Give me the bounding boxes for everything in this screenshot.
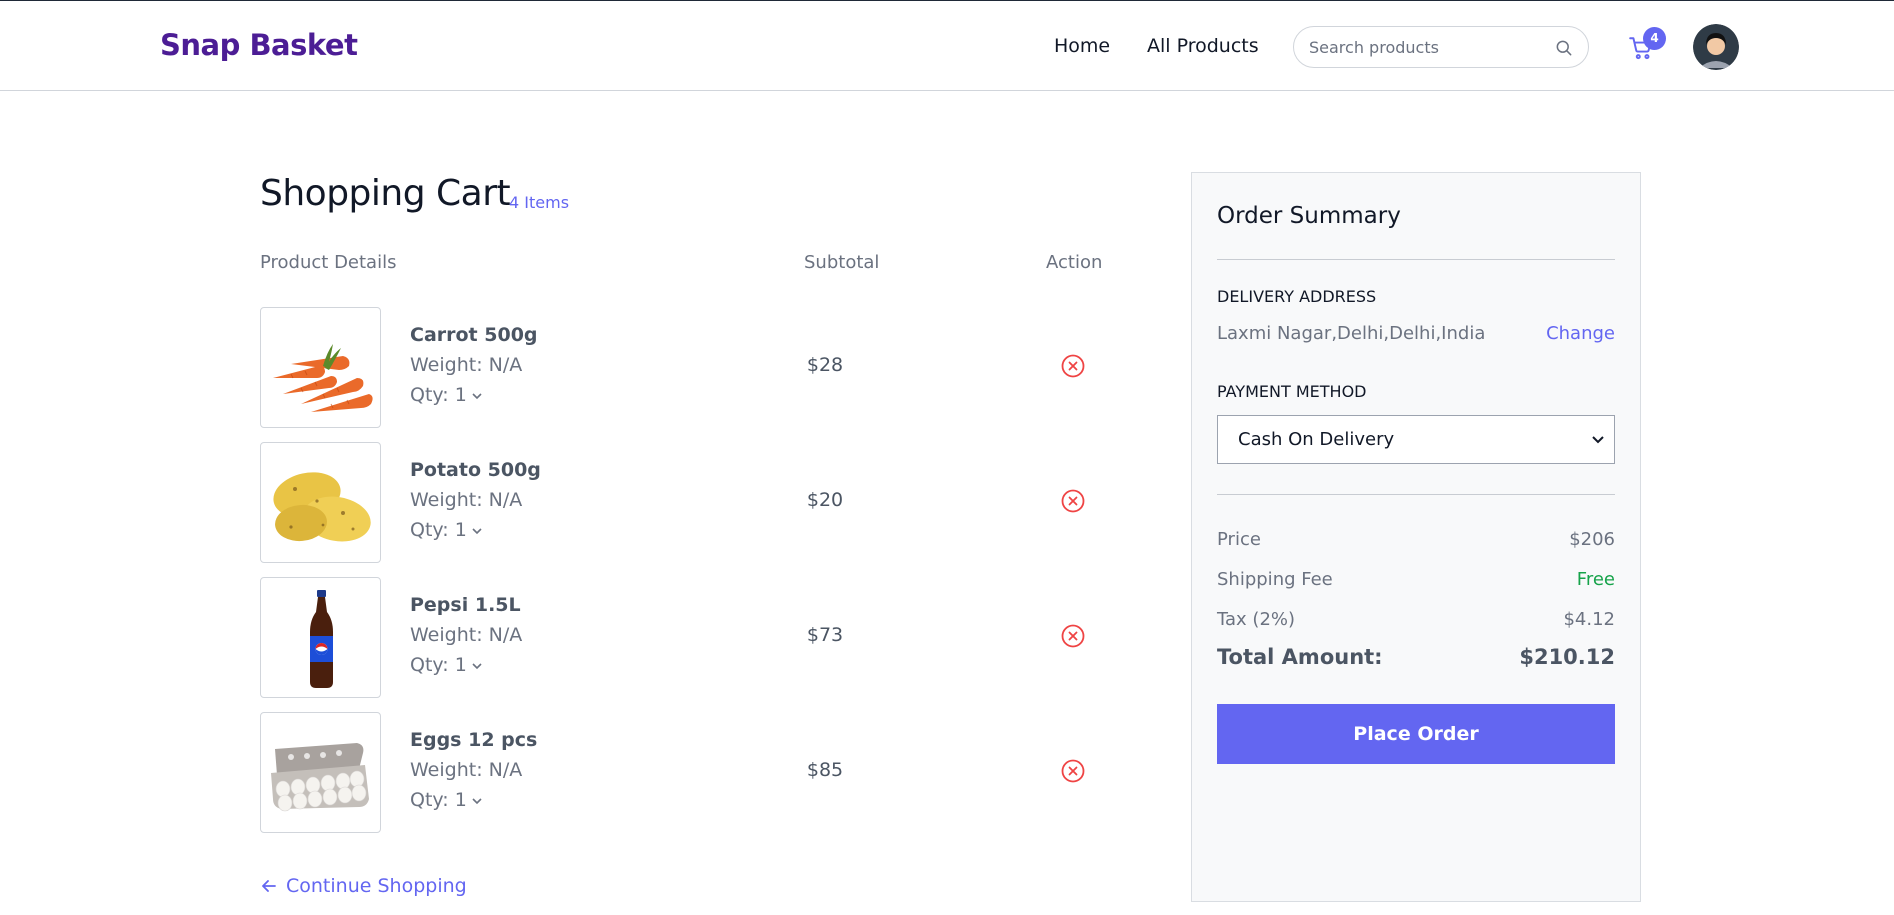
egg-carton-image[interactable] — [260, 712, 381, 833]
product-weight: Weight: N/A — [410, 489, 523, 511]
divider — [1217, 494, 1615, 495]
price-value: $206 — [1569, 529, 1615, 550]
shipping-fee-value: Free — [1576, 569, 1615, 590]
column-header-subtotal: Subtotal — [804, 252, 880, 273]
remove-item-icon[interactable] — [1060, 353, 1086, 379]
carrot-image[interactable] — [260, 307, 381, 428]
continue-shopping-label: Continue Shopping — [286, 875, 467, 897]
order-summary-title: Order Summary — [1217, 203, 1401, 229]
shipping-fee-label: Shipping Fee — [1217, 569, 1333, 590]
navbar: Snap Basket Home All Products 4 — [0, 0, 1894, 91]
search-icon[interactable] — [1554, 38, 1574, 58]
payment-method-label: PAYMENT METHOD — [1217, 382, 1367, 401]
cart-row: Carrot 500g Weight: N/A Qty: 1 $28 — [260, 307, 1140, 429]
chevron-down-icon — [472, 797, 482, 804]
chevron-down-icon — [472, 527, 482, 534]
pepsi-bottle-image[interactable] — [260, 577, 381, 698]
brand-logo[interactable]: Snap Basket — [160, 28, 358, 62]
chevron-down-icon — [472, 662, 482, 669]
quantity-label: Qty: 1 — [410, 654, 467, 676]
search-bar — [1293, 26, 1589, 68]
divider — [1217, 259, 1615, 260]
nav-link-home[interactable]: Home — [1054, 35, 1110, 57]
nav-link-all-products[interactable]: All Products — [1147, 35, 1259, 57]
quantity-select[interactable]: Qty: 1 — [410, 654, 483, 676]
product-subtotal: $28 — [806, 354, 844, 376]
remove-item-icon[interactable] — [1060, 623, 1086, 649]
product-subtotal: $20 — [806, 489, 844, 511]
user-avatar[interactable] — [1693, 24, 1739, 70]
product-name[interactable]: Eggs 12 pcs — [410, 729, 537, 751]
quantity-label: Qty: 1 — [410, 519, 467, 541]
order-summary-panel: Order Summary DELIVERY ADDRESS Laxmi Nag… — [1191, 172, 1641, 902]
place-order-button[interactable]: Place Order — [1217, 704, 1615, 764]
quantity-label: Qty: 1 — [410, 789, 467, 811]
quantity-label: Qty: 1 — [410, 384, 467, 406]
search-input[interactable] — [1309, 36, 1549, 58]
product-name[interactable]: Carrot 500g — [410, 324, 538, 346]
payment-method-select[interactable]: Cash On Delivery — [1217, 415, 1615, 464]
total-amount-label: Total Amount: — [1217, 645, 1383, 669]
cart-item-count: 4 Items — [509, 193, 570, 212]
tax-label: Tax (2%) — [1217, 609, 1296, 630]
chevron-down-icon — [472, 392, 482, 399]
product-name[interactable]: Potato 500g — [410, 459, 541, 481]
quantity-select[interactable]: Qty: 1 — [410, 519, 483, 541]
remove-item-icon[interactable] — [1060, 758, 1086, 784]
product-weight: Weight: N/A — [410, 354, 523, 376]
price-label: Price — [1217, 529, 1261, 550]
product-subtotal: $85 — [806, 759, 844, 781]
quantity-select[interactable]: Qty: 1 — [410, 789, 483, 811]
product-name[interactable]: Pepsi 1.5L — [410, 594, 521, 616]
cart-count-badge: 4 — [1643, 27, 1666, 50]
arrow-left-icon — [262, 880, 276, 892]
change-address-link[interactable]: Change — [1546, 323, 1615, 344]
cart-row: Potato 500g Weight: N/A Qty: 1 $20 — [260, 442, 1140, 564]
continue-shopping-link[interactable]: Continue Shopping — [260, 875, 467, 897]
product-subtotal: $73 — [806, 624, 844, 646]
remove-item-icon[interactable] — [1060, 488, 1086, 514]
total-amount-value: $210.12 — [1519, 645, 1615, 669]
quantity-select[interactable]: Qty: 1 — [410, 384, 483, 406]
potato-image[interactable] — [260, 442, 381, 563]
cart-row: Pepsi 1.5L Weight: N/A Qty: 1 $73 — [260, 577, 1140, 699]
product-weight: Weight: N/A — [410, 624, 523, 646]
cart-row: Eggs 12 pcs Weight: N/A Qty: 1 $85 — [260, 712, 1140, 834]
delivery-address: Laxmi Nagar,Delhi,Delhi,India — [1217, 323, 1486, 344]
product-weight: Weight: N/A — [410, 759, 523, 781]
column-header-product: Product Details — [260, 252, 397, 273]
tax-value: $4.12 — [1563, 609, 1615, 630]
column-header-action: Action — [1046, 252, 1103, 273]
page-title: Shopping Cart — [260, 173, 511, 214]
delivery-address-label: DELIVERY ADDRESS — [1217, 287, 1377, 306]
